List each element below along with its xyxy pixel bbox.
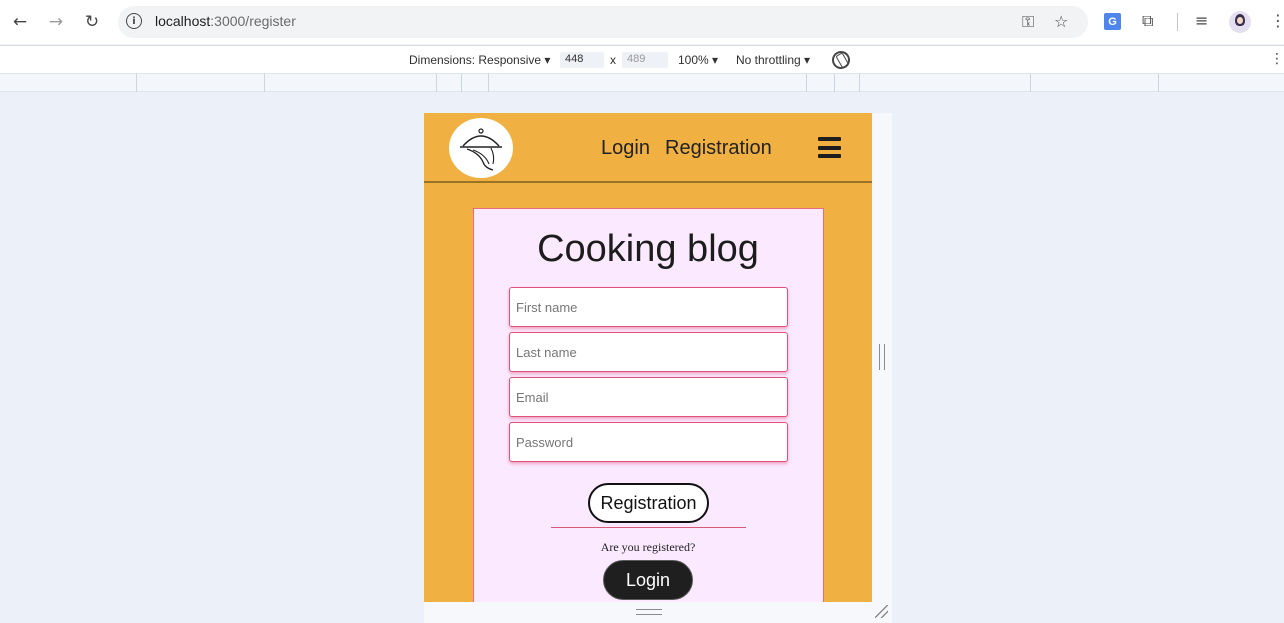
forward-arrow-icon[interactable]: → [44, 10, 68, 34]
dimension-times: x [610, 53, 616, 67]
ruler-tick [1030, 74, 1031, 92]
zoom-select[interactable]: 100% ▾ [678, 53, 718, 67]
url-text[interactable]: localhost:3000/register [155, 13, 296, 29]
address-bar[interactable]: i localhost:3000/register ⚿ ☆ [118, 6, 1088, 38]
ruler-tick [436, 74, 437, 92]
browser-menu-icon[interactable]: ⋮ [1270, 11, 1284, 30]
ruler-tick [461, 74, 462, 92]
site-info-icon[interactable]: i [126, 13, 142, 29]
media-queue-icon[interactable]: ≡ [1195, 11, 1208, 30]
ruler-tick [1158, 74, 1159, 92]
reload-icon[interactable]: ↻ [80, 10, 104, 34]
email-field[interactable] [509, 377, 788, 417]
device-toolbar: Dimensions: Responsive ▾ 448 x 489 100% … [0, 45, 1284, 73]
height-input[interactable]: 489 [622, 52, 668, 68]
registration-button[interactable]: Registration [588, 483, 709, 523]
translate-extension-icon[interactable]: G [1104, 13, 1121, 30]
site-header: Login Registration [424, 113, 872, 183]
chef-cloche-logo-icon[interactable] [449, 118, 513, 178]
nav-link-login[interactable]: Login [601, 137, 650, 160]
first-name-field[interactable] [509, 287, 788, 327]
ruler-tick [806, 74, 807, 92]
hamburger-bar [818, 137, 841, 141]
hamburger-menu-icon[interactable] [818, 137, 841, 158]
password-key-icon[interactable]: ⚿ [1022, 12, 1034, 32]
rotate-icon[interactable] [828, 47, 854, 73]
profile-avatar[interactable] [1229, 11, 1251, 33]
width-input[interactable]: 448 [560, 52, 604, 68]
ruler-tick [488, 74, 489, 92]
ruler-tick [859, 74, 860, 92]
extensions-puzzle-icon[interactable]: ⧉ [1142, 11, 1153, 31]
dimensions-select[interactable]: Dimensions: Responsive ▾ [409, 53, 550, 67]
password-field[interactable] [509, 422, 788, 462]
toolbar-separator [1177, 13, 1178, 31]
hamburger-bar [818, 154, 841, 158]
ruler-tick [264, 74, 265, 92]
resize-width-handle-icon[interactable] [879, 344, 885, 370]
resize-corner-handle-icon[interactable] [875, 605, 888, 618]
registered-question: Are you registered? [600, 540, 696, 554]
registration-card: Cooking blog Registration Are you regist… [473, 208, 824, 602]
back-arrow-icon[interactable]: ← [8, 10, 32, 34]
media-query-ruler[interactable] [0, 73, 1284, 92]
bookmark-star-icon[interactable]: ☆ [1054, 12, 1068, 31]
ruler-tick [834, 74, 835, 92]
divider [551, 527, 746, 528]
ruler-tick [136, 74, 137, 92]
page-title: Cooking blog [537, 228, 759, 270]
login-button[interactable]: Login [603, 560, 693, 600]
browser-toolbar: ← → ↻ i localhost:3000/register ⚿ ☆ G ⧉ … [0, 0, 1284, 44]
device-toolbar-menu-icon[interactable]: ⋮ [1270, 51, 1284, 67]
emulated-viewport: Login Registration Cooking blog Registra… [424, 113, 872, 602]
last-name-field[interactable] [509, 332, 788, 372]
resize-height-handle-icon[interactable] [636, 609, 662, 615]
nav-link-registration[interactable]: Registration [665, 137, 772, 160]
hamburger-bar [818, 145, 841, 150]
throttling-select[interactable]: No throttling ▾ [736, 53, 810, 67]
